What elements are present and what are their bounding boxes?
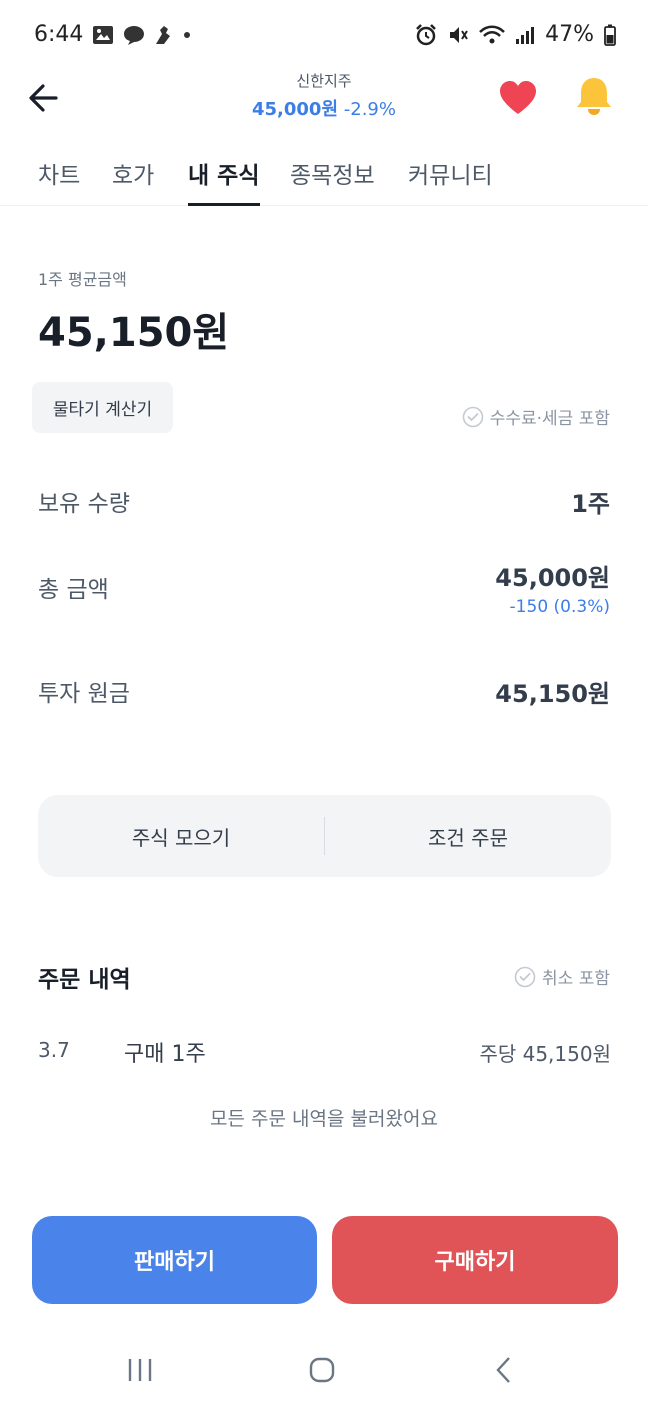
- order-description: 구매 1주: [124, 1042, 206, 1067]
- recent-apps-icon: [128, 1359, 152, 1381]
- principal-value: 45,150원: [495, 680, 610, 708]
- wifi-icon: [479, 25, 505, 43]
- orders-loaded-message: 모든 주문 내역을 불러왔어요: [210, 1108, 438, 1130]
- chevron-left-icon: [496, 1357, 510, 1383]
- favorite-button[interactable]: [496, 76, 540, 120]
- back-arrow-icon: [29, 84, 58, 112]
- home-button[interactable]: [292, 1350, 352, 1390]
- tab-community[interactable]: 커뮤니티: [408, 156, 493, 206]
- avg-price-value: 45,150원: [38, 310, 230, 356]
- gallery-icon: [93, 26, 113, 44]
- collect-stock-button[interactable]: 주식 모으기: [38, 795, 324, 877]
- system-nav-bar: [0, 1336, 648, 1404]
- back-button[interactable]: [26, 78, 66, 118]
- chat-icon: [124, 26, 144, 45]
- status-notification-icons: [92, 24, 192, 46]
- home-icon: [309, 1357, 335, 1383]
- total-amount-change: -150 (0.3%): [509, 597, 610, 617]
- stock-name: 신한지주: [296, 72, 352, 90]
- heart-icon: [500, 81, 536, 114]
- status-time: 6:44: [34, 22, 84, 47]
- check-circle-icon: [514, 966, 536, 987]
- total-amount-label: 총 금액: [38, 577, 109, 603]
- tab-chart[interactable]: 차트: [38, 156, 80, 206]
- battery-percent: 47%: [545, 22, 594, 47]
- stock-price-line: 45,000원 -2.9%: [0, 95, 648, 121]
- bell-icon: [577, 78, 611, 115]
- stock-price: 45,000원: [252, 99, 339, 120]
- signal-icon: [516, 26, 535, 44]
- stock-summary: 신한지주 45,000원 -2.9%: [0, 70, 648, 121]
- system-back-button[interactable]: [474, 1350, 534, 1390]
- quantity-value: 1주: [571, 490, 610, 518]
- orders-title: 주문 내역: [38, 967, 131, 993]
- battery-icon: [604, 24, 616, 46]
- include-cancelled-toggle[interactable]: 취소 포함: [514, 964, 610, 989]
- tool-icon: [156, 26, 170, 44]
- sell-button[interactable]: 판매하기: [32, 1216, 317, 1304]
- quantity-label: 보유 수량: [38, 491, 130, 517]
- buy-button[interactable]: 구매하기: [332, 1216, 618, 1304]
- order-row[interactable]: 3.7 구매 1주 주당 45,150원: [38, 1036, 611, 1070]
- include-cancelled-label: 취소 포함: [542, 969, 610, 989]
- mute-icon: [450, 26, 468, 43]
- order-price: 주당 45,150원: [479, 1042, 611, 1066]
- avg-price-label: 1주 평균금액: [38, 270, 127, 289]
- status-right: 47%: [415, 22, 616, 47]
- conditional-order-button[interactable]: 조건 주문: [325, 795, 611, 877]
- total-amount-value: 45,000원: [495, 564, 610, 592]
- recent-apps-button[interactable]: [110, 1350, 170, 1390]
- check-circle-icon: [462, 406, 484, 427]
- action-panel: 주식 모으기 조건 주문: [38, 795, 611, 877]
- include-fees-toggle[interactable]: 수수료·세금 포함: [462, 404, 610, 429]
- notification-button[interactable]: [572, 74, 616, 118]
- header: 신한지주 45,000원 -2.9%: [0, 62, 648, 134]
- order-date: 3.7: [38, 1038, 70, 1062]
- principal-label: 투자 원금: [38, 681, 130, 707]
- tab-stock-info[interactable]: 종목정보: [290, 156, 375, 206]
- status-bar: 6:44 47%: [0, 0, 648, 70]
- alarm-icon: [416, 23, 436, 45]
- dot-icon: [184, 32, 190, 38]
- averaging-calculator-button[interactable]: 물타기 계산기: [32, 382, 173, 433]
- include-fees-label: 수수료·세금 포함: [489, 409, 610, 429]
- tab-orderbook[interactable]: 호가: [112, 156, 154, 206]
- stock-change: -2.9%: [343, 99, 396, 120]
- tab-my-stock[interactable]: 내 주식: [188, 156, 260, 206]
- stock-tabs: 차트 호가 내 주식 종목정보 커뮤니티: [0, 150, 648, 206]
